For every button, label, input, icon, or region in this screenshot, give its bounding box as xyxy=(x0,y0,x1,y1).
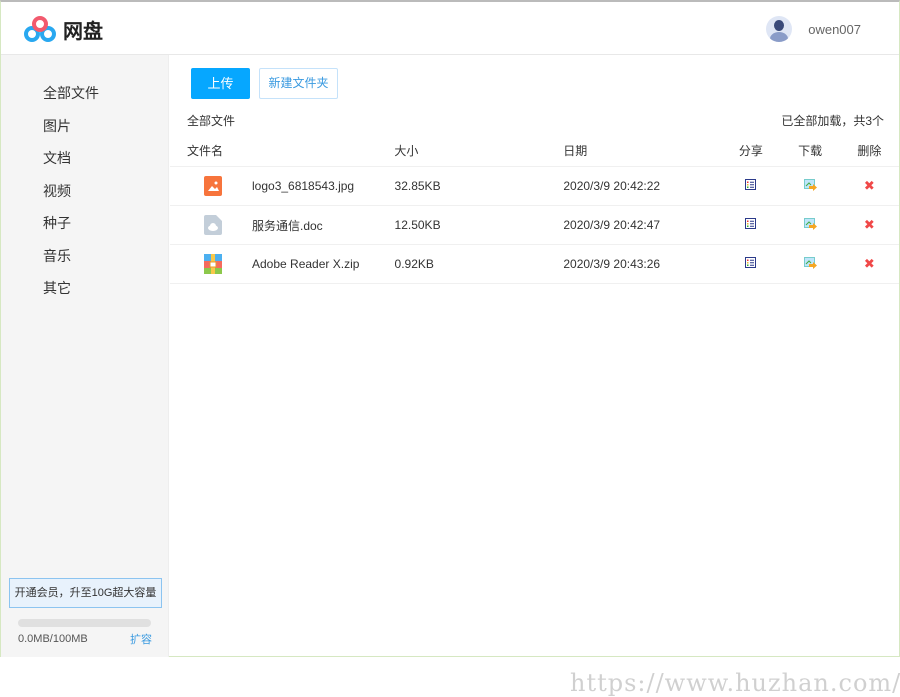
sidebar-item-docs[interactable]: 文档 xyxy=(1,142,168,175)
file-date: 2020/3/9 20:42:22 xyxy=(563,179,661,193)
download-icon[interactable] xyxy=(803,217,817,230)
file-size: 0.92KB xyxy=(394,257,434,271)
col-size: 大小 xyxy=(394,144,419,158)
zip-file-icon xyxy=(204,254,222,274)
file-date: 2020/3/9 20:42:47 xyxy=(563,218,661,232)
doc-file-icon xyxy=(204,215,222,235)
share-icon[interactable] xyxy=(745,257,757,268)
expand-link[interactable]: 扩容 xyxy=(130,631,152,647)
download-icon[interactable] xyxy=(803,178,817,191)
sidebar-item-all[interactable]: 全部文件 xyxy=(1,77,168,110)
storage-quota: 0.0MB/100MB xyxy=(18,633,88,645)
delete-icon[interactable]: ✖ xyxy=(864,256,875,271)
file-name[interactable]: logo3_6818543.jpg xyxy=(252,179,354,193)
storage-progress-bar xyxy=(18,619,151,627)
file-row[interactable]: logo3_6818543.jpg 32.85KB 2020/3/9 20:42… xyxy=(170,167,899,206)
avatar[interactable] xyxy=(766,16,793,42)
file-size: 32.85KB xyxy=(394,179,441,193)
vip-upgrade-button[interactable]: 开通会员，升至10G超大容量 xyxy=(9,578,162,608)
sidebar: 全部文件 图片 文档 视频 种子 音乐 其它 开通会员，升至10G超大容量 0.… xyxy=(1,55,169,657)
file-row[interactable]: Adobe Reader X.zip 0.92KB 2020/3/9 20:43… xyxy=(170,245,899,284)
file-date: 2020/3/9 20:43:26 xyxy=(563,257,661,271)
share-icon[interactable] xyxy=(745,218,757,229)
file-panel: 上传 新建文件夹 全部文件 已全部加载，共3个 文件名 大小 日期 分享 下载 … xyxy=(170,55,900,697)
sidebar-item-videos[interactable]: 视频 xyxy=(1,175,168,208)
new-folder-button[interactable]: 新建文件夹 xyxy=(259,68,338,99)
delete-icon[interactable]: ✖ xyxy=(864,178,875,193)
download-icon[interactable] xyxy=(803,256,817,269)
share-icon[interactable] xyxy=(745,179,757,190)
username[interactable]: owen007 xyxy=(808,22,861,37)
table-header: 文件名 大小 日期 分享 下载 删除 xyxy=(170,135,899,167)
load-status: 已全部加载，共3个 xyxy=(781,114,884,128)
col-delete: 删除 xyxy=(857,144,882,158)
breadcrumb: 全部文件 xyxy=(187,114,236,128)
sidebar-item-other[interactable]: 其它 xyxy=(1,272,168,305)
sidebar-item-music[interactable]: 音乐 xyxy=(1,240,168,273)
logo[interactable]: 网盘 xyxy=(23,14,103,44)
user-menu[interactable]: owen007 xyxy=(766,16,861,42)
file-size: 12.50KB xyxy=(394,218,441,232)
col-name: 文件名 xyxy=(187,144,224,158)
col-date: 日期 xyxy=(563,144,588,158)
sidebar-item-torrents[interactable]: 种子 xyxy=(1,207,168,240)
header: 网盘 owen007 xyxy=(1,2,899,55)
image-file-icon xyxy=(204,176,222,196)
app-name: 网盘 xyxy=(63,20,103,43)
delete-icon[interactable]: ✖ xyxy=(864,217,875,232)
watermark: https://www.huzhan.com/ishop15376 xyxy=(570,669,900,697)
file-name[interactable]: 服务通信.doc xyxy=(252,217,323,234)
file-row[interactable]: 服务通信.doc 12.50KB 2020/3/9 20:42:47 ✖ xyxy=(170,206,899,245)
upload-button[interactable]: 上传 xyxy=(191,68,250,99)
sidebar-item-images[interactable]: 图片 xyxy=(1,110,168,143)
col-share: 分享 xyxy=(738,144,763,158)
file-name[interactable]: Adobe Reader X.zip xyxy=(252,257,359,271)
cloud-logo-icon xyxy=(24,16,56,42)
col-download: 下载 xyxy=(798,144,823,158)
